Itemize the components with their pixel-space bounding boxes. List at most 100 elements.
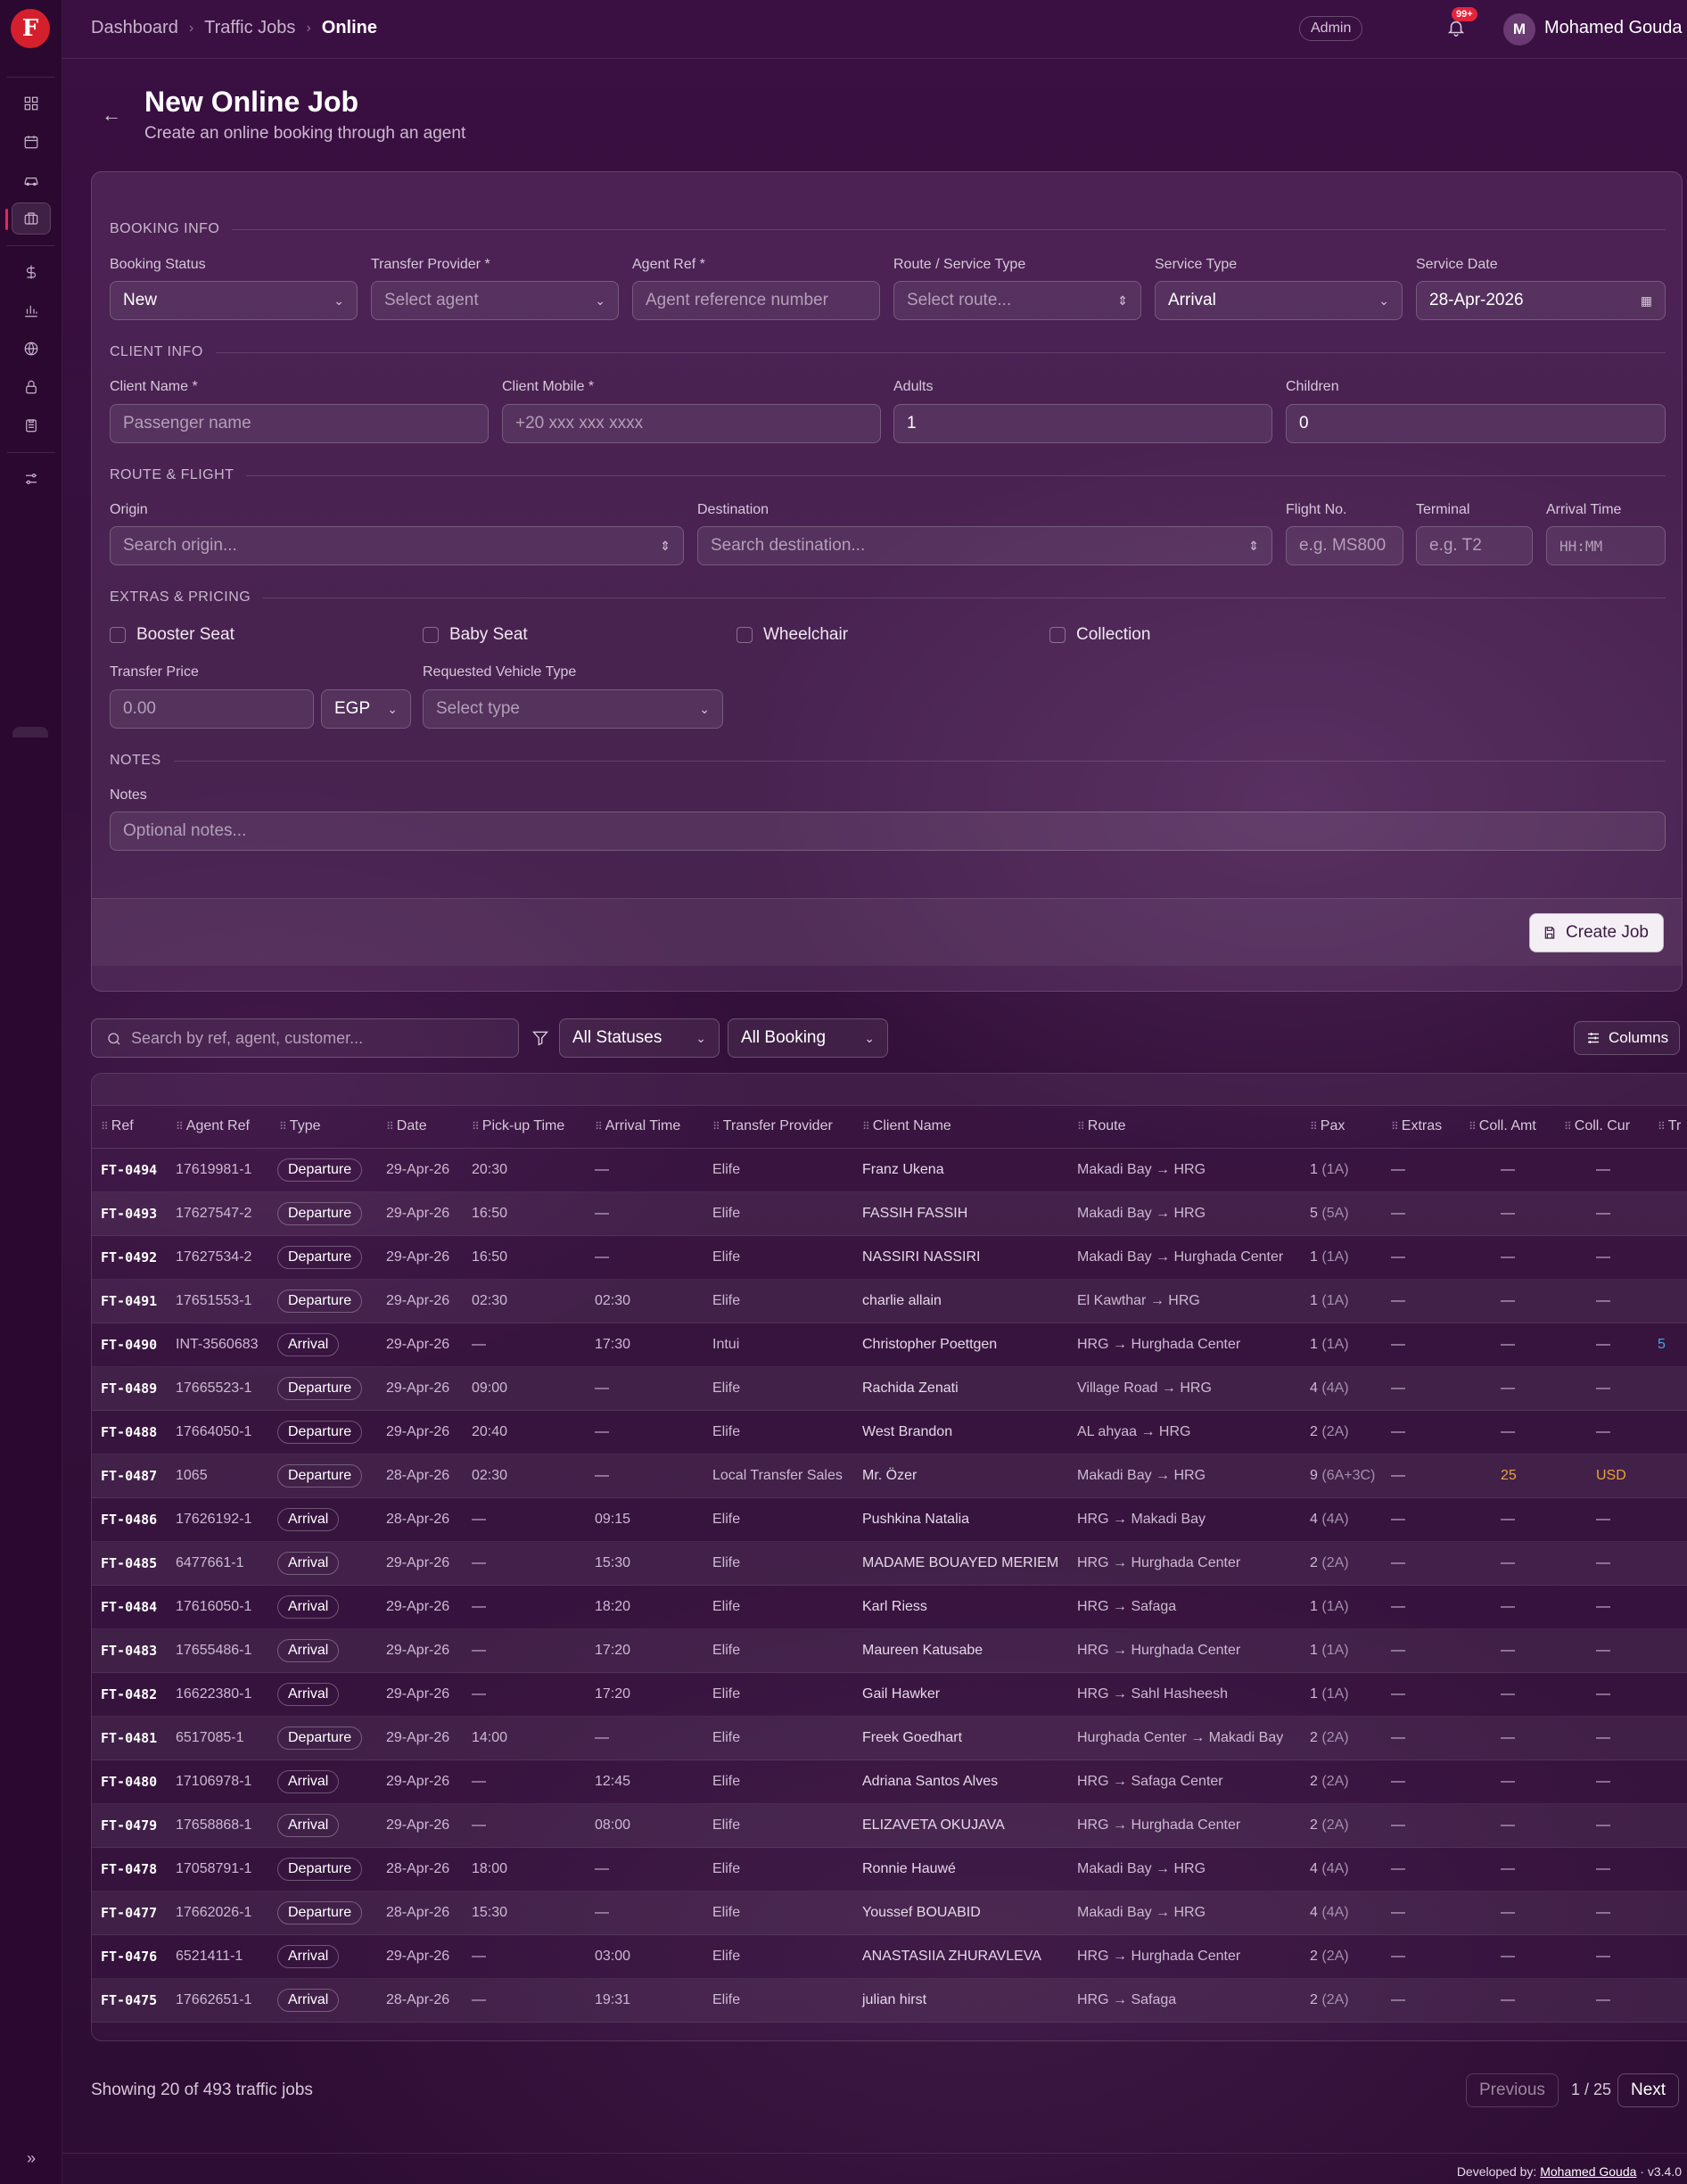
booking-status-select[interactable]: New ⌄ — [110, 281, 358, 320]
baby-seat-checkbox[interactable]: Baby Seat — [423, 625, 528, 645]
back-arrow-icon[interactable]: ← — [102, 103, 121, 127]
table-row[interactable]: FT-0486 17626192-1 Arrival 28-Apr-26 — 09:15 E… — [92, 1498, 1687, 1542]
table-row[interactable]: FT-0477 17662026-1 Departure 28-Apr-26 15:30… — [92, 1891, 1687, 1935]
booking-filter-select[interactable]: All Booking ⌄ — [728, 1018, 888, 1058]
table-row[interactable]: FT-0491 17651553-1 Departure 29-Apr-26 02:30… — [92, 1280, 1687, 1323]
drag-handle-icon[interactable]: ⠿ — [1658, 1120, 1666, 1133]
table-row[interactable]: FT-0493 17627547-2 Departure 29-Apr-26 16:50… — [92, 1192, 1687, 1236]
sidebar-item-dashboard[interactable] — [12, 87, 51, 120]
column-header[interactable]: ⠿ Client Name — [862, 1118, 951, 1134]
previous-page-button[interactable]: Previous — [1466, 2073, 1559, 2107]
drag-handle-icon[interactable]: ⠿ — [1564, 1120, 1572, 1133]
column-header[interactable]: ⠿ Transfer Provider — [712, 1118, 833, 1134]
drag-handle-icon[interactable]: ⠿ — [595, 1120, 603, 1133]
ref-cell[interactable]: FT-0494 — [101, 1162, 157, 1178]
checkbox-box[interactable] — [423, 627, 439, 643]
route-select[interactable]: Select route... ⇕ — [893, 281, 1141, 320]
table-row[interactable]: FT-0488 17664050-1 Departure 29-Apr-26 20:40… — [92, 1411, 1687, 1455]
transfer-price-input[interactable]: 0.00 — [110, 689, 314, 729]
drag-handle-icon[interactable]: ⠿ — [101, 1120, 109, 1133]
arrival-time-input[interactable]: HH:MM — [1546, 526, 1666, 565]
drag-handle-icon[interactable]: ⠿ — [1310, 1120, 1318, 1133]
column-header[interactable]: ⠿ Route — [1077, 1118, 1126, 1134]
sidebar-item-reports[interactable] — [12, 294, 51, 326]
ref-cell[interactable]: FT-0484 — [101, 1599, 157, 1615]
table-row[interactable]: FT-0482 16622380-1 Arrival 29-Apr-26 — 17:20 E… — [92, 1673, 1687, 1717]
table-row[interactable]: FT-0487 1065 Departure 28-Apr-26 02:30 — Local… — [92, 1455, 1687, 1498]
column-header[interactable]: ⠿ Extras — [1391, 1118, 1442, 1134]
create-job-button[interactable]: Create Job — [1529, 913, 1664, 952]
drag-handle-icon[interactable]: ⠿ — [862, 1120, 870, 1133]
column-header[interactable]: ⠿ Arrival Time — [595, 1118, 680, 1134]
expand-sidebar-icon[interactable]: » — [18, 2145, 45, 2172]
drag-handle-icon[interactable]: ⠿ — [279, 1120, 287, 1133]
table-row[interactable]: FT-0481 6517085-1 Departure 29-Apr-26 14:00 —… — [92, 1717, 1687, 1760]
columns-button[interactable]: Columns — [1574, 1021, 1681, 1055]
avatar[interactable]: M — [1503, 13, 1535, 45]
ref-cell[interactable]: FT-0489 — [101, 1380, 157, 1397]
ref-cell[interactable]: FT-0475 — [101, 1992, 157, 2008]
ref-cell[interactable]: FT-0478 — [101, 1861, 157, 1877]
ref-cell[interactable]: FT-0493 — [101, 1206, 157, 1222]
children-input[interactable]: 0 — [1286, 404, 1666, 443]
ref-cell[interactable]: FT-0479 — [101, 1817, 157, 1834]
collection-checkbox[interactable]: Collection — [1049, 625, 1150, 645]
column-header[interactable]: ⠿ Coll. Amt — [1469, 1118, 1536, 1134]
adults-input[interactable]: 1 — [893, 404, 1272, 443]
ref-cell[interactable]: FT-0487 — [101, 1468, 157, 1484]
table-row[interactable]: FT-0479 17658868-1 Arrival 29-Apr-26 — 08:00 E… — [92, 1804, 1687, 1848]
transfer-provider-select[interactable]: Select agent ⌄ — [371, 281, 619, 320]
next-page-button[interactable]: Next — [1617, 2073, 1680, 2107]
ref-cell[interactable]: FT-0486 — [101, 1512, 157, 1528]
column-header[interactable]: ⠿ Date — [386, 1118, 427, 1134]
column-header[interactable]: ⠿ Pick-up Time — [472, 1118, 564, 1134]
flight-no-input[interactable]: e.g. MS800 — [1286, 526, 1403, 565]
sidebar-item-settings[interactable] — [12, 463, 51, 495]
sidebar-item-finance[interactable] — [12, 256, 51, 288]
sidebar-item-vehicles[interactable] — [12, 164, 51, 196]
ref-cell[interactable]: FT-0491 — [101, 1293, 157, 1309]
drag-handle-icon[interactable]: ⠿ — [1469, 1120, 1477, 1133]
breadcrumb-traffic-jobs[interactable]: Traffic Jobs — [204, 18, 295, 38]
calendar-icon[interactable]: ▦ — [1641, 293, 1652, 309]
drag-handle-icon[interactable]: ⠿ — [386, 1120, 394, 1133]
service-date-input[interactable]: 28-Apr-2026 ▦ — [1416, 281, 1666, 320]
column-header[interactable]: ⠿ Ref — [101, 1118, 134, 1134]
ref-cell[interactable]: FT-0480 — [101, 1774, 157, 1790]
wheelchair-checkbox[interactable]: Wheelchair — [737, 625, 848, 645]
origin-combobox[interactable]: Search origin... ⇕ — [110, 526, 684, 565]
table-row[interactable]: FT-0483 17655486-1 Arrival 29-Apr-26 — 17:20 E… — [92, 1629, 1687, 1673]
user-name[interactable]: Mohamed Gouda — [1544, 18, 1683, 38]
sidebar-item-schedule[interactable] — [12, 126, 51, 158]
agent-ref-input[interactable]: Agent reference number — [632, 281, 880, 320]
table-row[interactable]: FT-0489 17665523-1 Departure 29-Apr-26 09:00… — [92, 1367, 1687, 1411]
sidebar-item-locations[interactable] — [12, 333, 51, 365]
sidebar-item-security[interactable] — [12, 371, 51, 403]
column-header[interactable]: ⠿ Type — [279, 1118, 320, 1134]
ref-cell[interactable]: FT-0482 — [101, 1686, 157, 1702]
ref-cell[interactable]: FT-0481 — [101, 1730, 157, 1746]
service-type-select[interactable]: Arrival ⌄ — [1155, 281, 1403, 320]
ref-cell[interactable]: FT-0483 — [101, 1643, 157, 1659]
table-row[interactable]: FT-0494 17619981-1 Departure 29-Apr-26 20:30… — [92, 1149, 1687, 1192]
drag-handle-icon[interactable]: ⠿ — [1077, 1120, 1085, 1133]
table-row[interactable]: FT-0478 17058791-1 Departure 28-Apr-26 18:00… — [92, 1848, 1687, 1891]
sidebar-resize-handle[interactable] — [12, 727, 48, 738]
drag-handle-icon[interactable]: ⠿ — [1391, 1120, 1399, 1133]
ref-cell[interactable]: FT-0492 — [101, 1249, 157, 1265]
drag-handle-icon[interactable]: ⠿ — [472, 1120, 480, 1133]
column-header[interactable]: ⠿ Pax — [1310, 1118, 1345, 1134]
breadcrumb-dashboard[interactable]: Dashboard — [91, 18, 178, 38]
app-logo[interactable]: F — [11, 9, 50, 48]
checkbox-box[interactable] — [737, 627, 753, 643]
terminal-input[interactable]: e.g. T2 — [1416, 526, 1533, 565]
notes-input[interactable]: Optional notes... — [110, 812, 1666, 851]
table-row[interactable]: FT-0475 17662651-1 Arrival 28-Apr-26 — 19:31 E… — [92, 1979, 1687, 2023]
filter-icon[interactable] — [531, 1029, 549, 1047]
column-header[interactable]: ⠿ Coll. Cur — [1564, 1118, 1630, 1134]
author-link[interactable]: Mohamed Gouda — [1540, 2164, 1636, 2179]
checkbox-box[interactable] — [1049, 627, 1066, 643]
destination-combobox[interactable]: Search destination... ⇕ — [697, 526, 1272, 565]
column-header[interactable]: ⠿ Tr — [1658, 1118, 1681, 1134]
drag-handle-icon[interactable]: ⠿ — [712, 1120, 720, 1133]
